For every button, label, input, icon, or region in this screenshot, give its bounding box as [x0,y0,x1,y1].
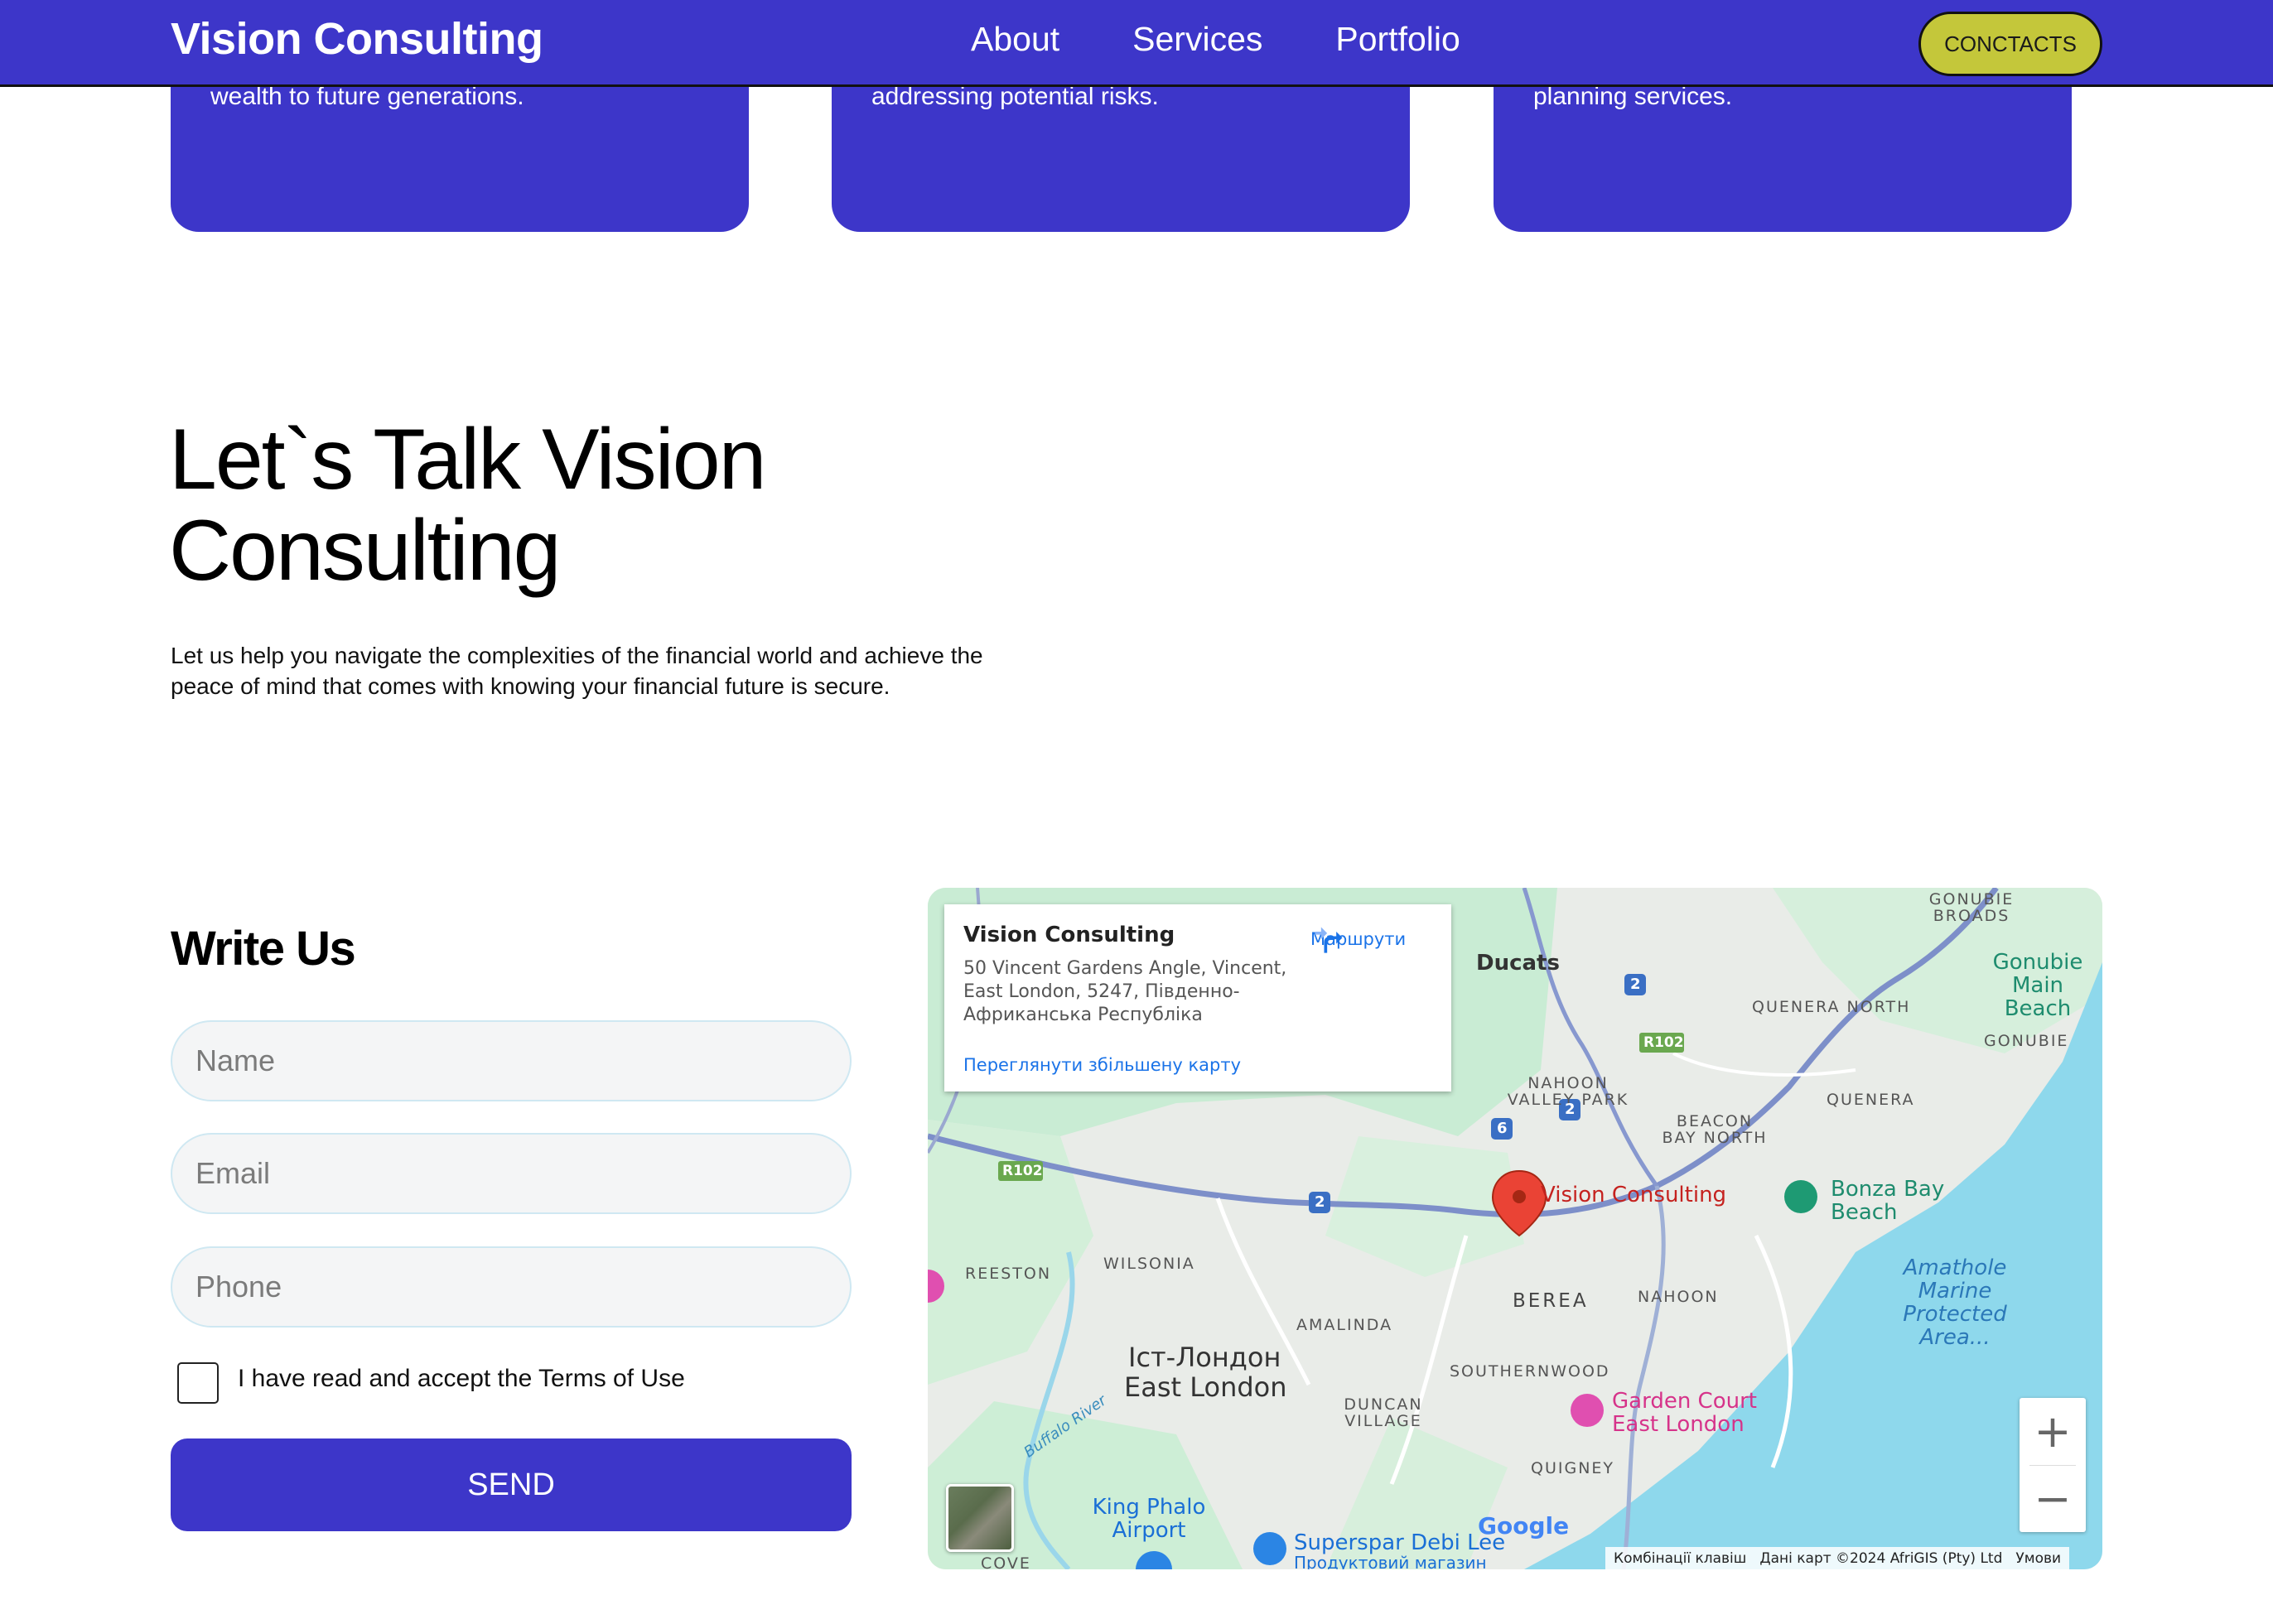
card-text: wealth to future generations. [210,83,524,110]
map-pin-label[interactable]: Vision Consulting [1541,1183,1726,1207]
title-line-2: Consulting [169,503,561,599]
site-header: Vision Consulting About Services Portfol… [0,0,2273,87]
route-shield: 2 [1315,1193,1325,1211]
send-button[interactable]: SEND [171,1438,852,1531]
route-shield: 6 [1497,1120,1508,1137]
google-logo: Google [1478,1512,1570,1540]
map-poi-label: Bonza Bay Beach [1831,1177,1945,1225]
map-attribution: Комбінації клавіш Дані карт ©2024 AfriGI… [1605,1547,2070,1569]
card-text: planning services. [1533,83,1733,110]
view-larger-map-link[interactable]: Переглянути збільшену карту [963,1055,1241,1075]
map-poi-label: Superspar Debi Lee [1294,1530,1506,1555]
map-label: QUENERA NORTH [1752,998,1911,1016]
terms-label: I have read and accept the Terms of Use [238,1365,685,1392]
satellite-toggle[interactable] [946,1484,1014,1552]
nav-portfolio[interactable]: Portfolio [1335,20,1460,59]
title-line-1: Let`s Talk Vision [169,412,766,508]
map-label: DUNCAN VILLAGE [1344,1395,1423,1430]
place-address: 50 Vincent Gardens Angle, Vincent, East … [963,958,1287,1025]
zoom-controls: + − [2020,1398,2086,1532]
map-label: QUIGNEY [1531,1459,1615,1477]
terms-checkbox[interactable] [177,1362,219,1404]
zoom-divider [2029,1465,2076,1466]
main-nav: About Services Portfolio [971,20,1460,59]
map-city-label: Іст-Лондон [1128,1342,1281,1373]
map-label: BEACON BAY NORTH [1662,1112,1768,1147]
route-shield: R102 [1643,1034,1684,1051]
nav-about[interactable]: About [971,20,1059,59]
map-label: SOUTHERNWOOD [1450,1362,1610,1381]
route-shield: R102 [1002,1163,1043,1179]
map-city-label: East London [1124,1371,1287,1403]
directions-icon [1315,927,1343,953]
map-label: GONUBIE BROADS [1928,890,2015,925]
route-shield: 2 [1630,976,1641,993]
map-poi-label: King Phalo Airport [1092,1495,1206,1543]
map-label: Amathole Marine Protected Area... [1903,1255,2007,1350]
place-name: Vision Consulting [963,923,1175,947]
card-text: addressing potential risks. [871,83,1159,110]
map-label: GONUBIE [1984,1032,2069,1050]
zoom-in-button[interactable]: + [2020,1398,2086,1465]
map-label: REESTON [965,1265,1052,1283]
form-title: Write Us [171,922,356,976]
map-poi-label: Garden Court East London [1612,1389,1757,1437]
map-label: Ducats [1476,951,1560,976]
contacts-button[interactable]: CONCTACTS [1918,12,2102,76]
phone-field[interactable] [171,1246,852,1328]
intro-text: Let us help you navigate the complexitie… [171,643,983,699]
nav-services[interactable]: Services [1132,20,1262,59]
zoom-out-button[interactable]: − [2020,1465,2086,1532]
map-data-credit: Дані карт ©2024 AfriGIS (Pty) Ltd [1759,1549,2003,1567]
map-terms-link[interactable]: Умови [2015,1550,2061,1567]
page-title: Let`s Talk Vision Consulting [169,412,766,599]
map-label: AMALINDA [1296,1316,1393,1334]
map-label: BEREA [1513,1290,1589,1312]
site-logo[interactable]: Vision Consulting [171,13,543,65]
map-label: Gonubie Main Beach [1992,950,2083,1021]
map-label: NAHOON [1638,1288,1719,1306]
location-map[interactable]: Ducats GONUBIE BROADS Gonubie Main Beach… [928,888,2102,1569]
route-shield: 2 [1565,1101,1576,1118]
map-label: QUENERA [1827,1091,1915,1109]
map-info-window: Vision Consulting 50 Vincent Gardens Ang… [944,904,1451,1092]
map-label: COVE [981,1554,1031,1569]
map-poi-sublabel: Продуктовий магазин [1294,1553,1487,1569]
name-field[interactable] [171,1020,852,1101]
directions-button[interactable]: Маршрути [1310,923,1406,953]
keyboard-shortcuts-link[interactable]: Комбінації клавіш [1614,1550,1746,1567]
map-label: WILSONIA [1103,1255,1195,1273]
email-field[interactable] [171,1133,852,1214]
